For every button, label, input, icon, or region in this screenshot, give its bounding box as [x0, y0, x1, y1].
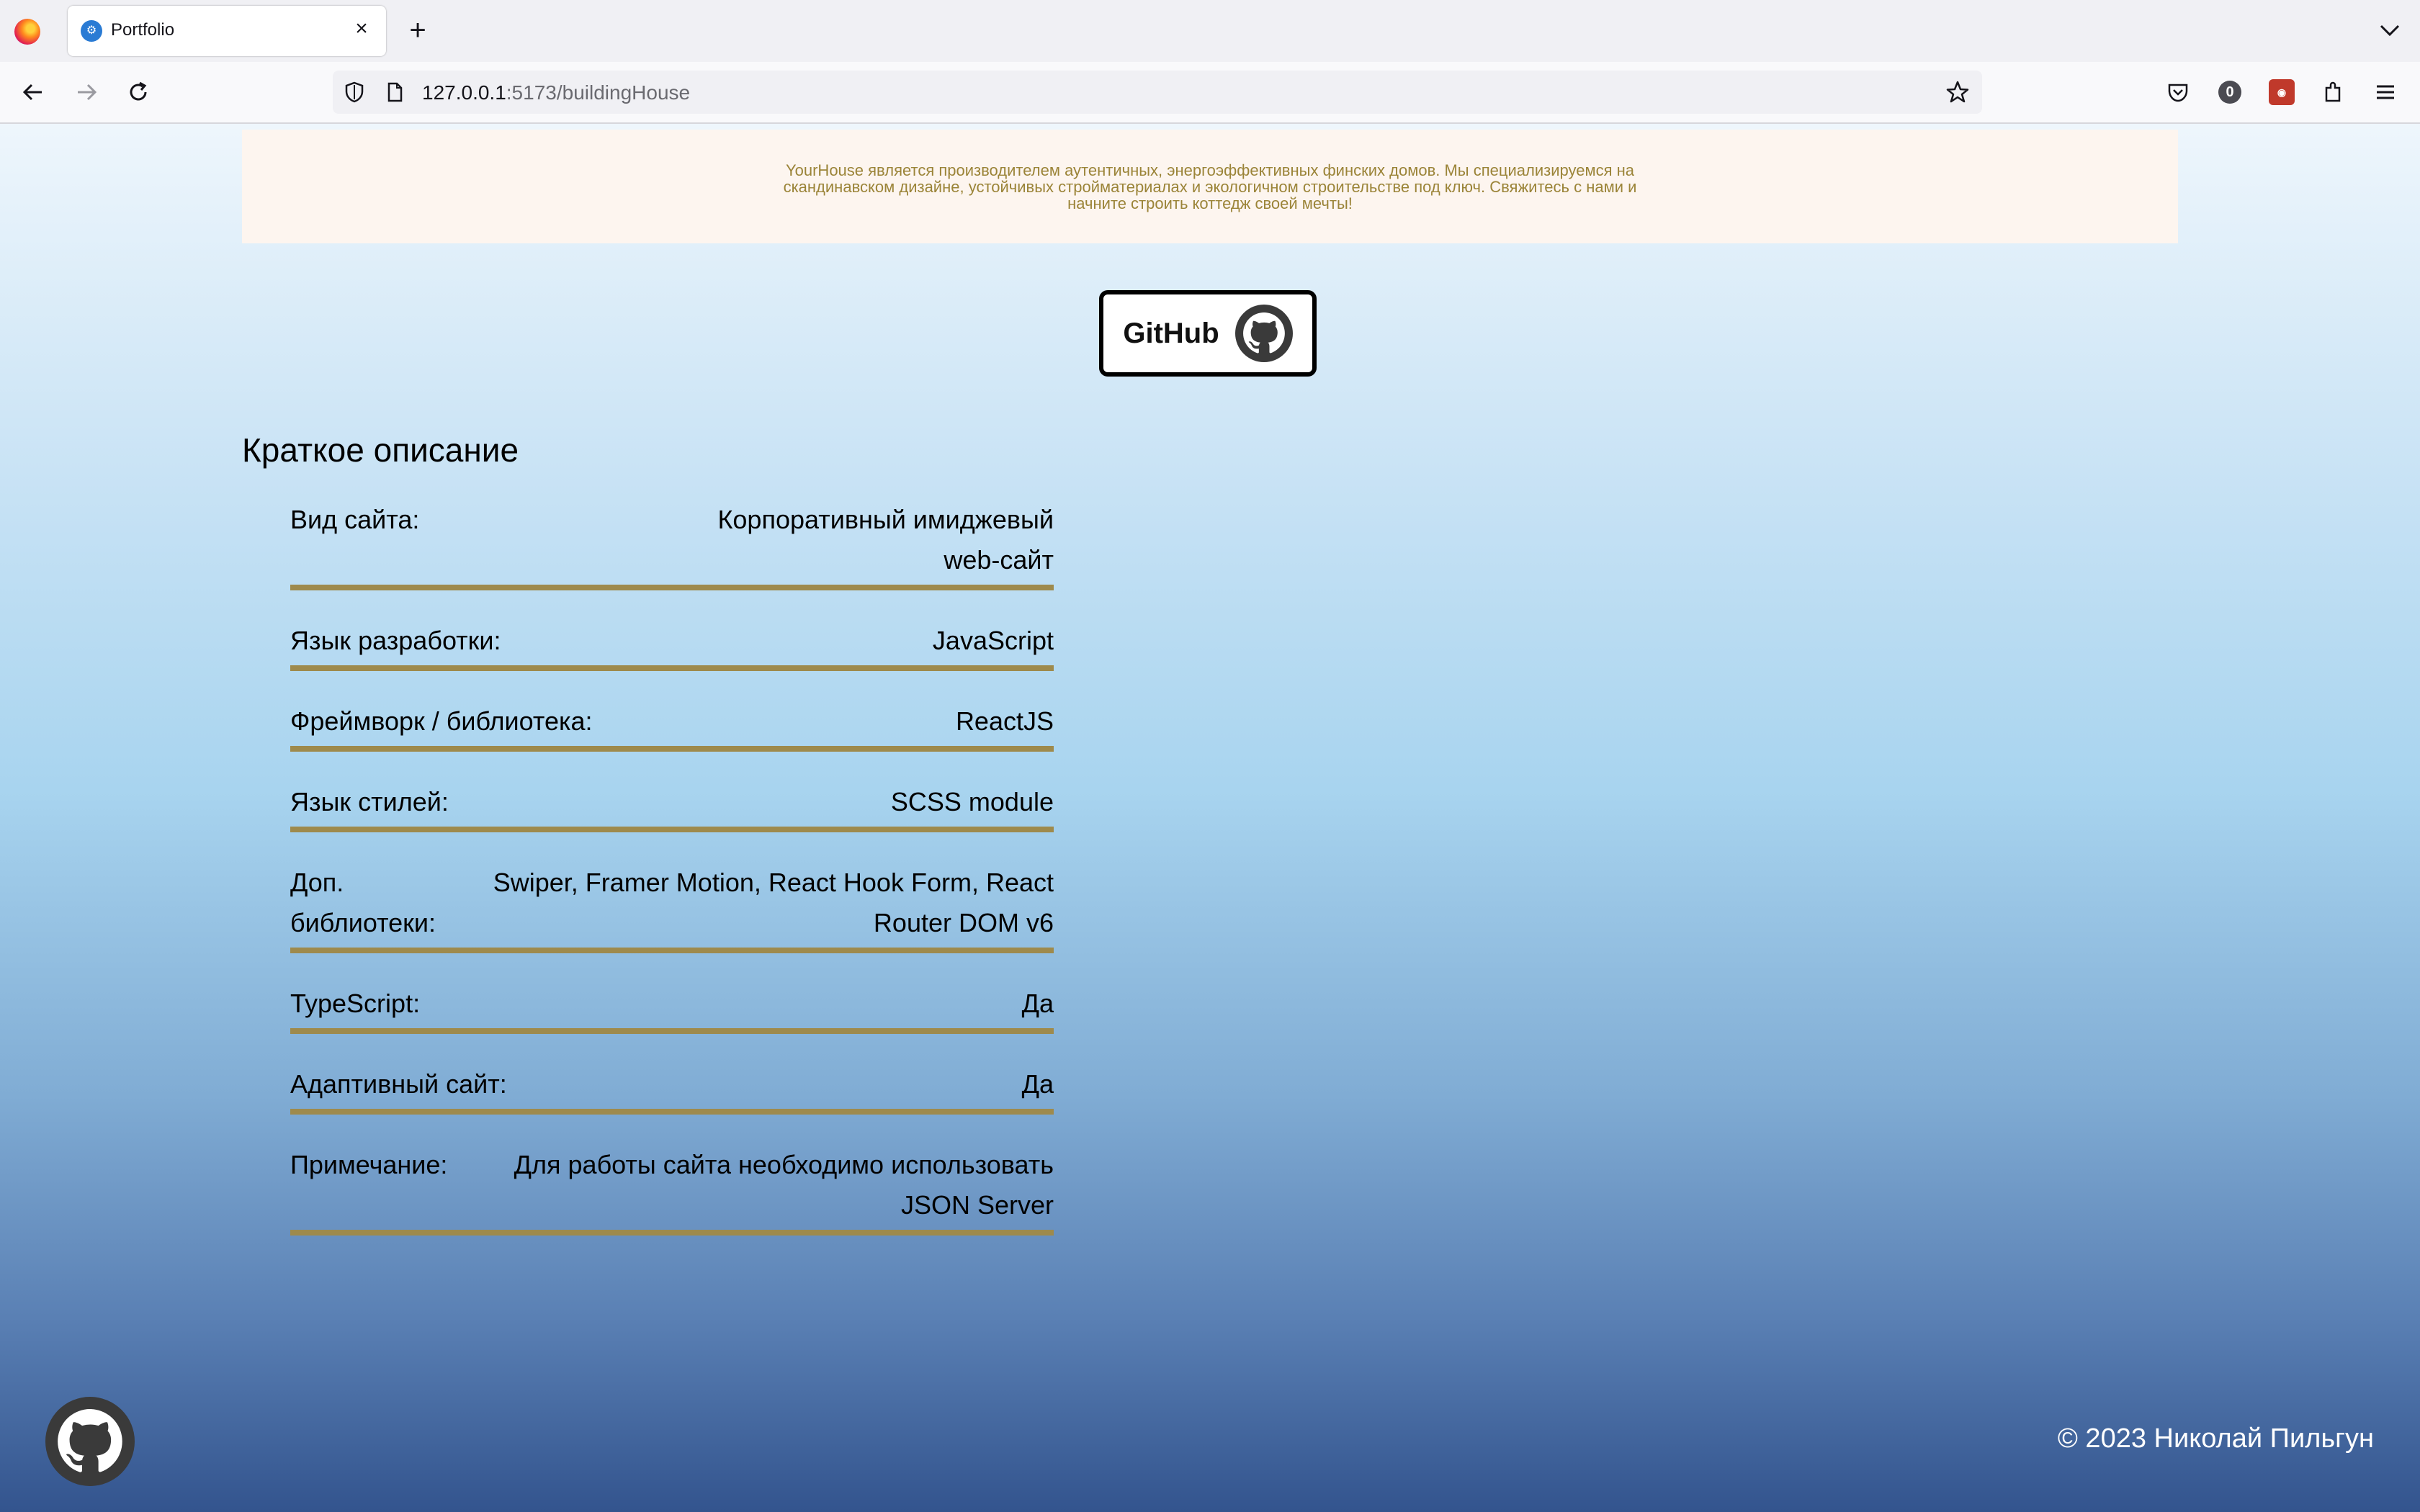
spec-label: Язык разработки: — [290, 626, 501, 655]
new-tab-button[interactable]: + — [402, 14, 434, 46]
spec-row-styles: Язык стилей: SCSS module — [290, 782, 1054, 832]
back-icon[interactable] — [16, 75, 50, 109]
url-bar[interactable]: 127.0.0.1:5173/buildingHouse — [333, 71, 1982, 114]
bookmark-star-icon[interactable] — [1945, 79, 1971, 105]
spec-value: Для работы сайта необходимо использовать… — [514, 1150, 1054, 1220]
extensions-puzzle-icon[interactable] — [2316, 75, 2351, 109]
spec-label: Адаптивный сайт: — [290, 1069, 507, 1099]
footer-github-icon[interactable] — [45, 1397, 135, 1486]
tracking-protection-shield-icon[interactable] — [343, 81, 366, 104]
spec-value: JavaScript — [932, 626, 1054, 655]
url-host: 127.0.0.1 — [422, 81, 506, 104]
spec-row-framework: Фреймворк / библиотека: ReactJS — [290, 701, 1054, 752]
menu-hamburger-icon[interactable] — [2368, 75, 2403, 109]
spec-value: Swiper, Framer Motion, React Hook Form, … — [493, 868, 1054, 937]
page-info-icon[interactable] — [383, 81, 406, 104]
spec-value: SCSS module — [890, 787, 1054, 816]
spec-row-note: Примечание: Для работы сайта необходимо … — [290, 1145, 1054, 1236]
url-text[interactable]: 127.0.0.1:5173/buildingHouse — [422, 81, 690, 104]
close-tab-icon[interactable]: × — [347, 14, 376, 43]
portfolio-favicon-icon: ⚙ — [81, 20, 102, 42]
spec-row-adaptive: Адаптивный сайт: Да — [290, 1064, 1054, 1115]
tab-bar: ⚙ Portfolio × + — [0, 0, 2420, 62]
tab-portfolio[interactable]: ⚙ Portfolio × — [68, 6, 386, 56]
tab-title: Portfolio — [111, 20, 175, 40]
spec-row-extra-libraries: Доп. библиотеки: Swiper, Framer Motion, … — [290, 863, 1054, 953]
pocket-icon[interactable] — [2161, 75, 2195, 109]
spec-label: Фреймворк / библиотека: — [290, 706, 593, 736]
spec-value: Да — [1021, 1069, 1054, 1099]
extension-counter-badge[interactable]: 0 — [2213, 75, 2247, 109]
spec-label: TypeScript: — [290, 989, 421, 1018]
github-button-label: GitHub — [1123, 317, 1219, 349]
navigation-toolbar: 127.0.0.1:5173/buildingHouse 0 ◉ — [0, 62, 2420, 124]
spec-label: Доп. библиотеки: — [290, 868, 436, 937]
github-button[interactable]: GitHub — [1099, 290, 1317, 377]
url-path: :5173/buildingHouse — [506, 81, 691, 104]
reload-icon[interactable] — [121, 75, 156, 109]
page-content: YourHouse является производителем аутент… — [0, 124, 2420, 1512]
footer-copyright: © 2023 Николай Пильгун — [2057, 1423, 2374, 1454]
spec-row-site-type: Вид сайта: Корпоративный имиджевый web-с… — [290, 500, 1054, 590]
spec-value: Да — [1021, 989, 1054, 1018]
spec-value: Корпоративный имиджевый web-сайт — [717, 505, 1054, 575]
banner-description: YourHouse является производителем аутент… — [783, 161, 1637, 212]
spec-label: Примечание: — [290, 1150, 448, 1179]
github-icon — [1234, 305, 1293, 362]
project-banner: YourHouse является производителем аутент… — [242, 130, 2178, 243]
red-extension-icon[interactable]: ◉ — [2264, 75, 2299, 109]
spec-value: ReactJS — [955, 706, 1054, 736]
spec-row-language: Язык разработки: JavaScript — [290, 621, 1054, 671]
firefox-icon[interactable] — [14, 19, 40, 45]
spec-list: Вид сайта: Корпоративный имиджевый web-с… — [290, 500, 1054, 1266]
spec-label: Вид сайта: — [290, 505, 420, 534]
list-all-tabs-icon[interactable] — [2375, 16, 2404, 45]
spec-row-typescript: TypeScript: Да — [290, 984, 1054, 1034]
spec-label: Язык стилей: — [290, 787, 449, 816]
section-title: Краткое описание — [242, 431, 519, 469]
forward-icon[interactable] — [69, 75, 104, 109]
